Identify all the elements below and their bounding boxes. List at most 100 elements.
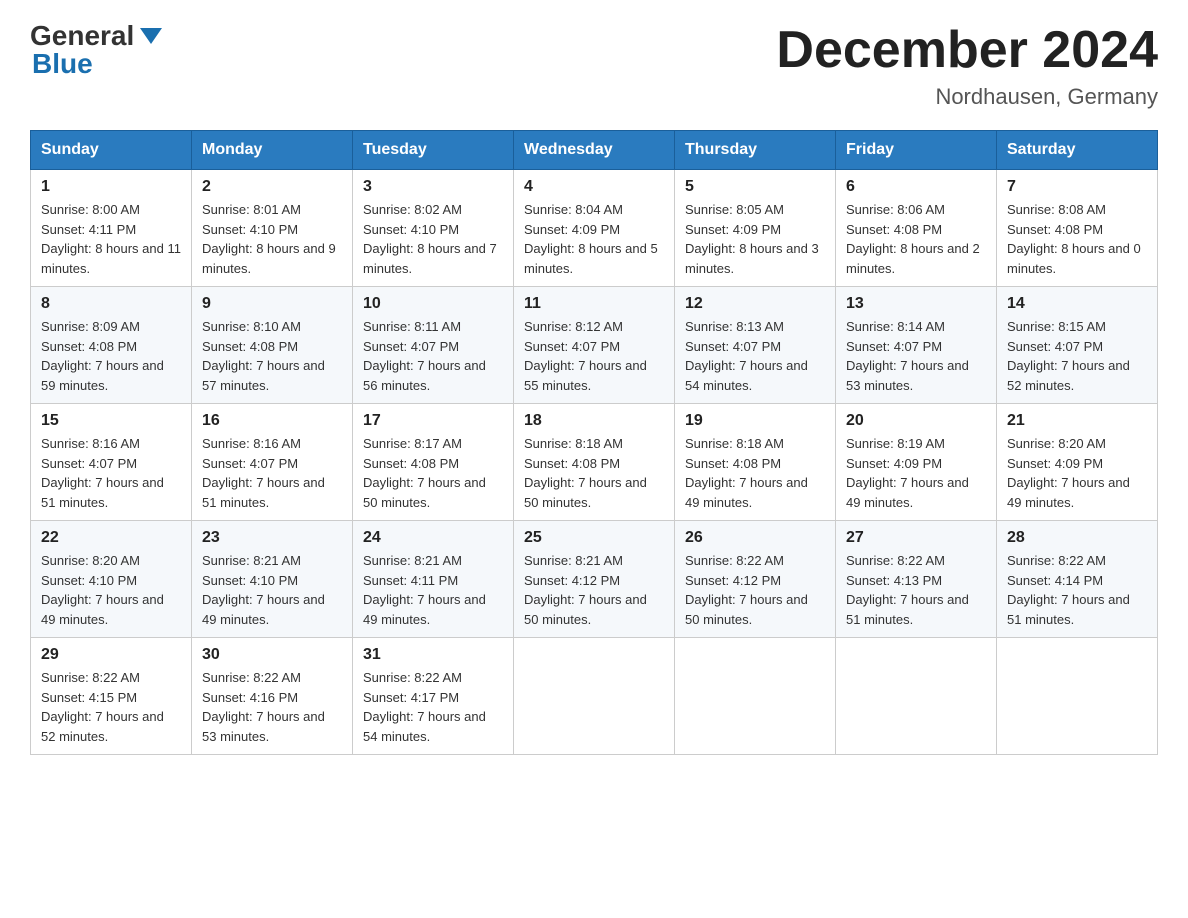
col-header-thursday: Thursday	[675, 131, 836, 170]
day-info: Sunrise: 8:08 AMSunset: 4:08 PMDaylight:…	[1007, 202, 1141, 276]
col-header-monday: Monday	[192, 131, 353, 170]
calendar-week-row: 29 Sunrise: 8:22 AMSunset: 4:15 PMDaylig…	[31, 638, 1158, 755]
day-number: 8	[41, 295, 181, 313]
logo-triangle-icon	[140, 28, 162, 44]
day-info: Sunrise: 8:21 AMSunset: 4:10 PMDaylight:…	[202, 553, 325, 627]
day-info: Sunrise: 8:01 AMSunset: 4:10 PMDaylight:…	[202, 202, 336, 276]
day-info: Sunrise: 8:15 AMSunset: 4:07 PMDaylight:…	[1007, 319, 1130, 393]
day-number: 21	[1007, 412, 1147, 430]
day-info: Sunrise: 8:04 AMSunset: 4:09 PMDaylight:…	[524, 202, 658, 276]
day-info: Sunrise: 8:21 AMSunset: 4:11 PMDaylight:…	[363, 553, 486, 627]
day-info: Sunrise: 8:22 AMSunset: 4:12 PMDaylight:…	[685, 553, 808, 627]
calendar-cell: 7 Sunrise: 8:08 AMSunset: 4:08 PMDayligh…	[997, 170, 1158, 287]
day-info: Sunrise: 8:22 AMSunset: 4:14 PMDaylight:…	[1007, 553, 1130, 627]
calendar-cell: 18 Sunrise: 8:18 AMSunset: 4:08 PMDaylig…	[514, 404, 675, 521]
day-info: Sunrise: 8:22 AMSunset: 4:13 PMDaylight:…	[846, 553, 969, 627]
day-number: 20	[846, 412, 986, 430]
col-header-tuesday: Tuesday	[353, 131, 514, 170]
day-number: 19	[685, 412, 825, 430]
calendar-cell: 29 Sunrise: 8:22 AMSunset: 4:15 PMDaylig…	[31, 638, 192, 755]
calendar-cell: 2 Sunrise: 8:01 AMSunset: 4:10 PMDayligh…	[192, 170, 353, 287]
col-header-friday: Friday	[836, 131, 997, 170]
calendar-cell: 19 Sunrise: 8:18 AMSunset: 4:08 PMDaylig…	[675, 404, 836, 521]
day-info: Sunrise: 8:22 AMSunset: 4:15 PMDaylight:…	[41, 670, 164, 744]
day-info: Sunrise: 8:17 AMSunset: 4:08 PMDaylight:…	[363, 436, 486, 510]
day-number: 31	[363, 646, 503, 664]
page-header: General Blue December 2024 Nordhausen, G…	[30, 20, 1158, 110]
calendar-cell: 23 Sunrise: 8:21 AMSunset: 4:10 PMDaylig…	[192, 521, 353, 638]
calendar-cell: 14 Sunrise: 8:15 AMSunset: 4:07 PMDaylig…	[997, 287, 1158, 404]
day-number: 9	[202, 295, 342, 313]
calendar-cell: 10 Sunrise: 8:11 AMSunset: 4:07 PMDaylig…	[353, 287, 514, 404]
calendar-cell: 24 Sunrise: 8:21 AMSunset: 4:11 PMDaylig…	[353, 521, 514, 638]
calendar-week-row: 22 Sunrise: 8:20 AMSunset: 4:10 PMDaylig…	[31, 521, 1158, 638]
day-info: Sunrise: 8:20 AMSunset: 4:10 PMDaylight:…	[41, 553, 164, 627]
day-info: Sunrise: 8:13 AMSunset: 4:07 PMDaylight:…	[685, 319, 808, 393]
calendar-cell: 3 Sunrise: 8:02 AMSunset: 4:10 PMDayligh…	[353, 170, 514, 287]
logo: General Blue	[30, 20, 162, 80]
calendar-cell: 4 Sunrise: 8:04 AMSunset: 4:09 PMDayligh…	[514, 170, 675, 287]
calendar-cell: 6 Sunrise: 8:06 AMSunset: 4:08 PMDayligh…	[836, 170, 997, 287]
day-info: Sunrise: 8:20 AMSunset: 4:09 PMDaylight:…	[1007, 436, 1130, 510]
day-info: Sunrise: 8:00 AMSunset: 4:11 PMDaylight:…	[41, 202, 181, 276]
calendar-cell	[675, 638, 836, 755]
calendar-cell: 5 Sunrise: 8:05 AMSunset: 4:09 PMDayligh…	[675, 170, 836, 287]
calendar-header-row: SundayMondayTuesdayWednesdayThursdayFrid…	[31, 131, 1158, 170]
day-number: 13	[846, 295, 986, 313]
calendar-cell: 25 Sunrise: 8:21 AMSunset: 4:12 PMDaylig…	[514, 521, 675, 638]
day-number: 5	[685, 178, 825, 196]
calendar-cell: 8 Sunrise: 8:09 AMSunset: 4:08 PMDayligh…	[31, 287, 192, 404]
day-number: 27	[846, 529, 986, 547]
day-number: 12	[685, 295, 825, 313]
calendar-cell: 17 Sunrise: 8:17 AMSunset: 4:08 PMDaylig…	[353, 404, 514, 521]
calendar-cell: 12 Sunrise: 8:13 AMSunset: 4:07 PMDaylig…	[675, 287, 836, 404]
day-info: Sunrise: 8:09 AMSunset: 4:08 PMDaylight:…	[41, 319, 164, 393]
calendar-cell: 30 Sunrise: 8:22 AMSunset: 4:16 PMDaylig…	[192, 638, 353, 755]
day-number: 29	[41, 646, 181, 664]
day-info: Sunrise: 8:22 AMSunset: 4:16 PMDaylight:…	[202, 670, 325, 744]
day-info: Sunrise: 8:18 AMSunset: 4:08 PMDaylight:…	[685, 436, 808, 510]
calendar-cell: 21 Sunrise: 8:20 AMSunset: 4:09 PMDaylig…	[997, 404, 1158, 521]
calendar-cell: 13 Sunrise: 8:14 AMSunset: 4:07 PMDaylig…	[836, 287, 997, 404]
calendar-cell: 9 Sunrise: 8:10 AMSunset: 4:08 PMDayligh…	[192, 287, 353, 404]
calendar-table: SundayMondayTuesdayWednesdayThursdayFrid…	[30, 130, 1158, 755]
calendar-week-row: 8 Sunrise: 8:09 AMSunset: 4:08 PMDayligh…	[31, 287, 1158, 404]
day-info: Sunrise: 8:18 AMSunset: 4:08 PMDaylight:…	[524, 436, 647, 510]
day-number: 28	[1007, 529, 1147, 547]
day-info: Sunrise: 8:05 AMSunset: 4:09 PMDaylight:…	[685, 202, 819, 276]
day-number: 26	[685, 529, 825, 547]
location-title: Nordhausen, Germany	[776, 84, 1158, 110]
calendar-cell: 11 Sunrise: 8:12 AMSunset: 4:07 PMDaylig…	[514, 287, 675, 404]
day-number: 3	[363, 178, 503, 196]
day-number: 14	[1007, 295, 1147, 313]
col-header-sunday: Sunday	[31, 131, 192, 170]
day-number: 16	[202, 412, 342, 430]
day-number: 30	[202, 646, 342, 664]
day-info: Sunrise: 8:12 AMSunset: 4:07 PMDaylight:…	[524, 319, 647, 393]
calendar-cell: 20 Sunrise: 8:19 AMSunset: 4:09 PMDaylig…	[836, 404, 997, 521]
day-info: Sunrise: 8:16 AMSunset: 4:07 PMDaylight:…	[41, 436, 164, 510]
calendar-cell	[997, 638, 1158, 755]
day-number: 18	[524, 412, 664, 430]
calendar-cell: 31 Sunrise: 8:22 AMSunset: 4:17 PMDaylig…	[353, 638, 514, 755]
calendar-cell	[514, 638, 675, 755]
day-info: Sunrise: 8:21 AMSunset: 4:12 PMDaylight:…	[524, 553, 647, 627]
day-number: 11	[524, 295, 664, 313]
col-header-saturday: Saturday	[997, 131, 1158, 170]
day-info: Sunrise: 8:02 AMSunset: 4:10 PMDaylight:…	[363, 202, 497, 276]
calendar-cell: 16 Sunrise: 8:16 AMSunset: 4:07 PMDaylig…	[192, 404, 353, 521]
day-number: 23	[202, 529, 342, 547]
day-number: 10	[363, 295, 503, 313]
day-info: Sunrise: 8:16 AMSunset: 4:07 PMDaylight:…	[202, 436, 325, 510]
day-number: 17	[363, 412, 503, 430]
day-info: Sunrise: 8:22 AMSunset: 4:17 PMDaylight:…	[363, 670, 486, 744]
day-info: Sunrise: 8:19 AMSunset: 4:09 PMDaylight:…	[846, 436, 969, 510]
col-header-wednesday: Wednesday	[514, 131, 675, 170]
day-number: 22	[41, 529, 181, 547]
day-info: Sunrise: 8:10 AMSunset: 4:08 PMDaylight:…	[202, 319, 325, 393]
calendar-week-row: 1 Sunrise: 8:00 AMSunset: 4:11 PMDayligh…	[31, 170, 1158, 287]
calendar-cell: 28 Sunrise: 8:22 AMSunset: 4:14 PMDaylig…	[997, 521, 1158, 638]
calendar-cell: 22 Sunrise: 8:20 AMSunset: 4:10 PMDaylig…	[31, 521, 192, 638]
logo-blue: Blue	[32, 48, 93, 80]
day-number: 4	[524, 178, 664, 196]
